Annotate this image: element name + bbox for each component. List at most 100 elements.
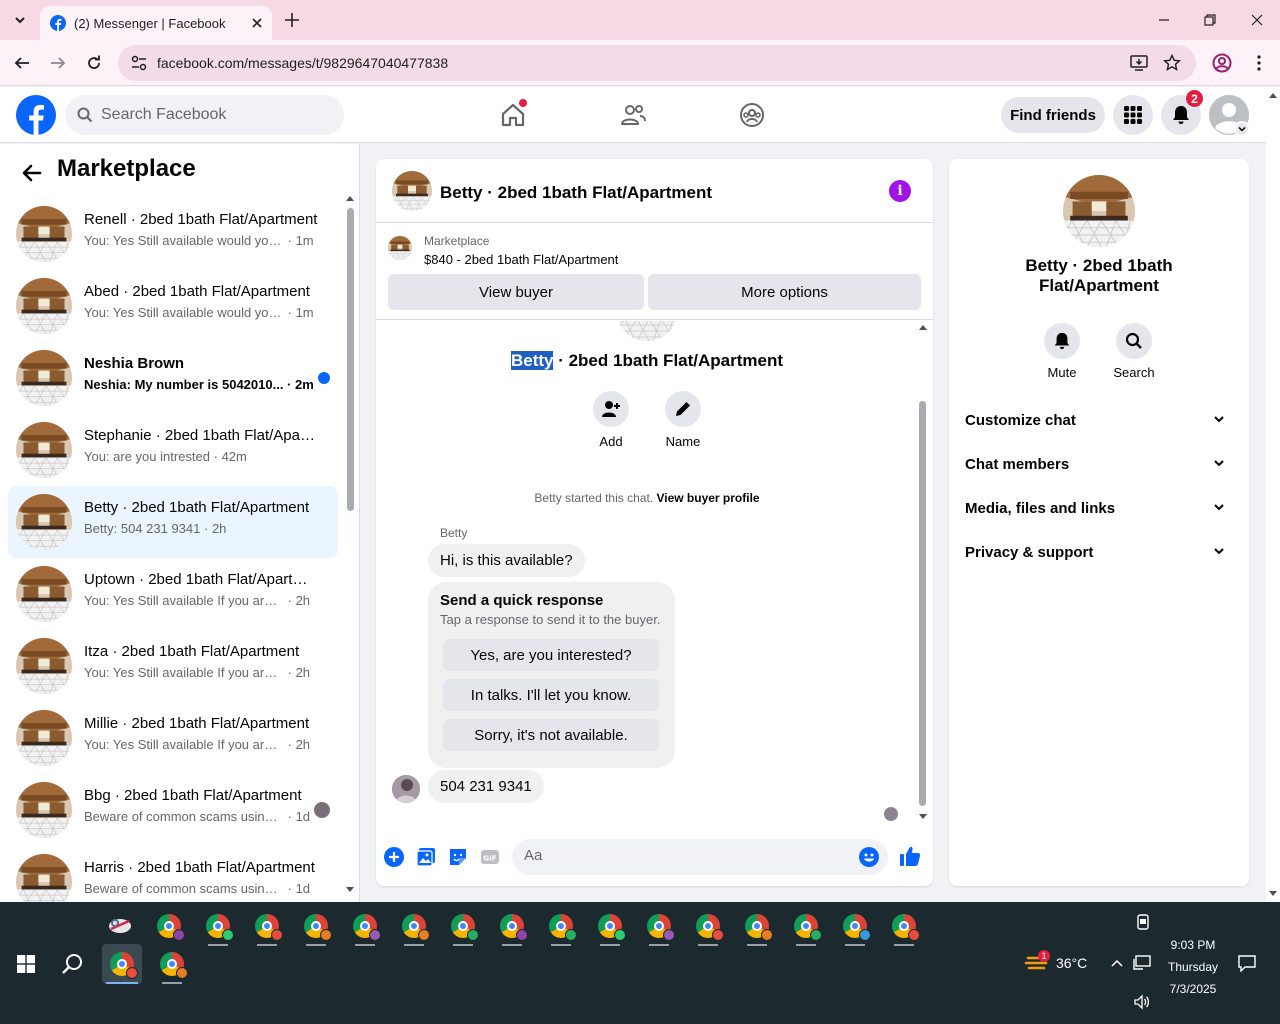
taskbar-chrome-profile[interactable] bbox=[198, 906, 238, 946]
restore-button[interactable] bbox=[1198, 8, 1222, 32]
taskbar-chrome-profile[interactable] bbox=[688, 906, 728, 946]
nav-friends[interactable] bbox=[615, 97, 651, 133]
chat-list-item[interactable]: Neshia Brown Neshia: My number is 5042010… bbox=[8, 342, 338, 414]
message-thread[interactable]: Betty · 2bed 1bath Flat/Apartment Add Na… bbox=[376, 321, 933, 821]
taskbar-chrome-profile[interactable] bbox=[492, 906, 532, 946]
name-chat-button[interactable] bbox=[665, 391, 701, 427]
taskbar-chrome-profile[interactable] bbox=[884, 906, 924, 946]
minimize-button[interactable] bbox=[1152, 8, 1176, 32]
notifications-button[interactable]: 2 bbox=[1161, 89, 1204, 135]
account-button[interactable] bbox=[1209, 95, 1250, 137]
new-tab-button[interactable] bbox=[282, 10, 302, 30]
clock[interactable]: 9:03 PM Thursday 7/3/2025 bbox=[1158, 934, 1228, 1000]
chat-list-item[interactable]: Bbg · 2bed 1bath Flat/Apartment Beware of… bbox=[8, 774, 338, 846]
chat-list-item[interactable]: Harris · 2bed 1bath Flat/Apartment Beware… bbox=[8, 846, 338, 902]
attach-photo-button[interactable] bbox=[416, 847, 436, 867]
taskbar-chrome-profile[interactable] bbox=[443, 906, 483, 946]
phone-link-icon[interactable] bbox=[1135, 914, 1151, 930]
taskbar-chrome-profile[interactable] bbox=[394, 906, 434, 946]
weather-temperature[interactable]: 36°C bbox=[1056, 955, 1087, 971]
site-settings-icon[interactable] bbox=[130, 54, 148, 72]
listing-thumbnail[interactable] bbox=[392, 171, 432, 211]
taskbar-search-button[interactable] bbox=[54, 946, 90, 982]
facebook-logo-icon[interactable] bbox=[16, 95, 56, 135]
taskbar-chrome-profile[interactable] bbox=[296, 906, 336, 946]
listing-mini-thumbnail[interactable] bbox=[388, 236, 412, 260]
browser-tab-active[interactable]: (2) Messenger | Facebook bbox=[40, 6, 272, 40]
chat-info-thumbnail[interactable] bbox=[1063, 175, 1135, 247]
menu-button[interactable] bbox=[1113, 95, 1153, 135]
install-app-icon[interactable] bbox=[1130, 54, 1148, 72]
add-person-button[interactable] bbox=[593, 391, 629, 427]
start-button[interactable] bbox=[8, 946, 44, 982]
name-chat-action[interactable]: Name bbox=[653, 391, 713, 449]
chat-list-item[interactable]: Betty · 2bed 1bath Flat/Apartment Betty: … bbox=[8, 486, 338, 558]
taskbar-chrome-profile[interactable] bbox=[345, 906, 385, 946]
nav-groups[interactable] bbox=[734, 97, 770, 133]
more-actions-button[interactable] bbox=[384, 847, 404, 867]
find-friends-button[interactable]: Find friends bbox=[1001, 97, 1105, 133]
view-buyer-profile-link[interactable]: View buyer profile bbox=[656, 491, 759, 505]
quick-reply-in-talks-button[interactable]: In talks. I'll let you know. bbox=[443, 679, 659, 711]
taskbar-chrome-window-active[interactable] bbox=[102, 944, 142, 984]
scrollbar-thumb[interactable] bbox=[919, 401, 926, 806]
taskbar-chrome-profile[interactable] bbox=[149, 906, 189, 946]
chrome-profile-button[interactable] bbox=[1210, 51, 1234, 75]
mute-action[interactable]: Mute bbox=[1032, 323, 1092, 380]
gif-button[interactable]: GIF bbox=[480, 847, 500, 867]
listing-price-title[interactable]: $840 - 2bed 1bath Flat/Apartment bbox=[424, 252, 618, 267]
nav-home[interactable] bbox=[495, 97, 531, 133]
taskbar-chrome-window[interactable] bbox=[152, 944, 192, 984]
chat-list-item[interactable]: Millie · 2bed 1bath Flat/Apartment You: Y… bbox=[8, 702, 338, 774]
taskbar-chrome-profile[interactable] bbox=[639, 906, 679, 946]
back-button[interactable] bbox=[10, 51, 34, 75]
chat-list-item[interactable]: Uptown · 2bed 1bath Flat/Apartment You: Y… bbox=[8, 558, 338, 630]
quick-reply-yes-button[interactable]: Yes, are you interested? bbox=[443, 639, 659, 671]
forward-button[interactable] bbox=[46, 51, 70, 75]
mute-button[interactable] bbox=[1044, 323, 1080, 359]
message-input-container[interactable] bbox=[512, 839, 888, 875]
chat-list-item[interactable]: Itza · 2bed 1bath Flat/Apartment You: Yes… bbox=[8, 630, 338, 702]
add-people-action[interactable]: Add bbox=[581, 391, 641, 449]
sender-avatar[interactable] bbox=[392, 775, 420, 803]
taskbar-chrome-profile[interactable] bbox=[737, 906, 777, 946]
chrome-menu-button[interactable] bbox=[1247, 51, 1271, 75]
chevron-up-icon[interactable] bbox=[1111, 958, 1123, 968]
reload-button[interactable] bbox=[82, 51, 106, 75]
chat-list-item[interactable]: Renell · 2bed 1bath Flat/Apartment You: Y… bbox=[8, 198, 338, 270]
address-bar[interactable]: facebook.com/messages/t/9829647040477838 bbox=[118, 45, 1196, 81]
taskbar-chrome-profile[interactable] bbox=[590, 906, 630, 946]
more-options-button[interactable]: More options bbox=[648, 274, 921, 310]
view-buyer-button[interactable]: View buyer bbox=[388, 274, 644, 310]
conversation-title[interactable]: Betty · 2bed 1bath Flat/Apartment bbox=[440, 183, 712, 203]
notification-center-icon[interactable] bbox=[1238, 954, 1256, 972]
message-bubble[interactable]: Hi, is this available? bbox=[428, 544, 585, 577]
send-like-button[interactable] bbox=[899, 845, 921, 867]
facebook-search-input[interactable] bbox=[101, 106, 321, 124]
taskbar-pinned-app[interactable] bbox=[100, 906, 140, 946]
network-icon[interactable] bbox=[1133, 955, 1151, 971]
tab-search-button[interactable] bbox=[8, 8, 32, 32]
section-chat-members[interactable]: Chat members bbox=[957, 442, 1241, 486]
scrollbar-thumb[interactable] bbox=[347, 208, 354, 511]
quick-reply-not-available-button[interactable]: Sorry, it's not available. bbox=[443, 719, 659, 751]
message-input[interactable] bbox=[524, 847, 844, 864]
back-to-chats-button[interactable] bbox=[18, 159, 46, 187]
section-privacy-support[interactable]: Privacy & support bbox=[957, 530, 1241, 574]
taskbar-chrome-profile[interactable] bbox=[541, 906, 581, 946]
chat-list-item[interactable]: Stephanie · 2bed 1bath Flat/Apartment You… bbox=[8, 414, 338, 486]
volume-icon[interactable] bbox=[1133, 994, 1151, 1010]
message-bubble[interactable]: 504 231 9341 bbox=[428, 770, 544, 803]
close-tab-icon[interactable] bbox=[252, 18, 262, 28]
chat-list-item[interactable]: Abed · 2bed 1bath Flat/Apartment You: Yes… bbox=[8, 270, 338, 342]
bookmark-star-icon[interactable] bbox=[1163, 54, 1181, 72]
section-customize-chat[interactable]: Customize chat bbox=[957, 398, 1241, 442]
section-media-files-links[interactable]: Media, files and links bbox=[957, 486, 1241, 530]
facebook-search[interactable] bbox=[65, 95, 344, 135]
search-in-chat-action[interactable]: Search bbox=[1104, 323, 1164, 380]
conversation-info-button[interactable]: i bbox=[889, 180, 911, 202]
emoji-icon[interactable] bbox=[859, 847, 879, 867]
page-scrollbar[interactable] bbox=[1266, 87, 1280, 902]
taskbar-chrome-profile[interactable] bbox=[247, 906, 287, 946]
chat-list-scrollbar[interactable] bbox=[344, 194, 356, 894]
